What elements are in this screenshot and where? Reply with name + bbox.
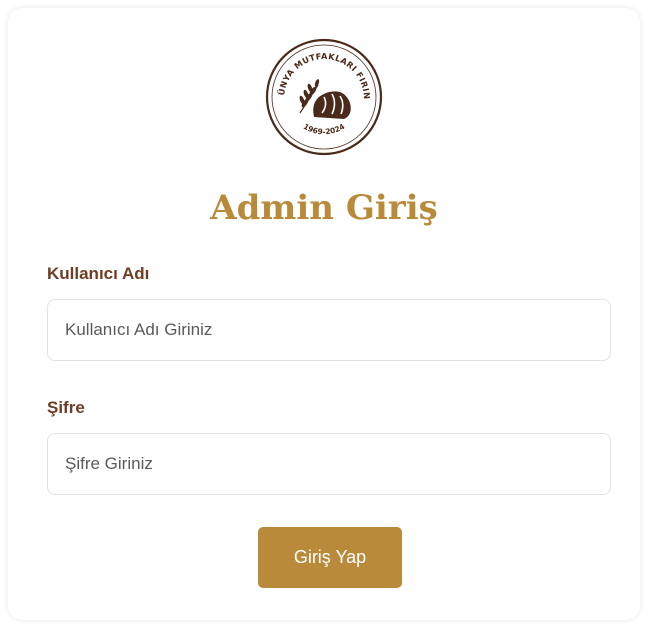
password-label: Şifre	[47, 398, 85, 417]
bakery-logo: DÜNYA MUTFAKLARI FIRINI 1969-2024	[264, 37, 383, 156]
username-label: Kullanıcı Adı	[47, 264, 150, 283]
logo-years-text: 1969-2024	[302, 122, 347, 137]
password-input[interactable]	[47, 433, 611, 495]
page-title: Admin Giriş	[210, 188, 438, 228]
username-input[interactable]	[47, 299, 611, 361]
bread-icon	[313, 91, 351, 119]
login-button[interactable]: Giriş Yap	[258, 527, 402, 588]
